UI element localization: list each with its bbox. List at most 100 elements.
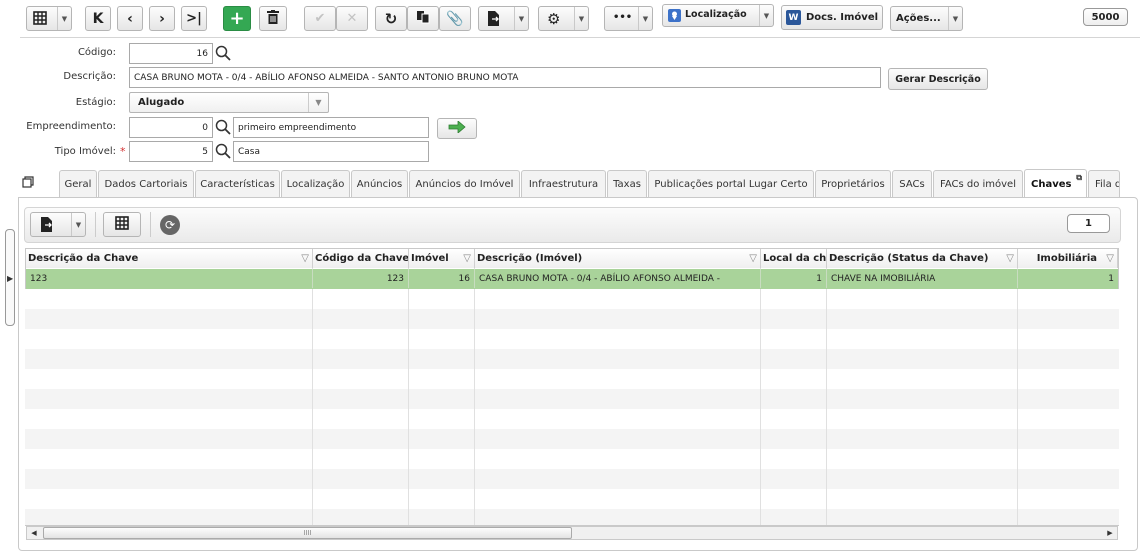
search-icon[interactable] (215, 143, 231, 162)
more-label: ••• (613, 12, 633, 23)
chevron-down-icon: ▼ (514, 7, 528, 30)
tipo-name-input[interactable]: Casa (233, 141, 429, 162)
acoes-label: Ações... (896, 13, 941, 24)
map-pin-icon (668, 9, 681, 25)
trash-icon (267, 10, 279, 27)
tab-localizacao[interactable]: Localização (281, 170, 350, 197)
export-dropdown[interactable]: ▼ (478, 6, 529, 31)
search-icon[interactable] (215, 119, 231, 138)
copy-button[interactable] (407, 6, 439, 31)
tab-chaves[interactable]: Chaves ⧉ (1024, 169, 1087, 198)
empreendimento-code-input[interactable]: 0 (129, 117, 213, 138)
tab-chaves-label: Chaves (1031, 178, 1072, 190)
delete-button[interactable] (259, 6, 287, 31)
filter-icon[interactable]: ▽ (1106, 253, 1114, 264)
toolbar-divider (20, 37, 1140, 38)
tab-infraestrutura[interactable]: Infraestrutura (521, 170, 606, 197)
estagio-value: Alugado (138, 97, 185, 108)
gerar-descricao-button[interactable]: Gerar Descrição (888, 68, 988, 90)
empreendimento-name-input[interactable]: primeiro empreendimento (233, 117, 429, 138)
tab-anuncios[interactable]: Anúncios (351, 170, 408, 197)
empreendimento-label: Empreendimento: (26, 121, 116, 132)
tab-facs-imovel[interactable]: FACs do imóvel (933, 170, 1023, 197)
docs-imovel-button[interactable]: W Docs. Imóvel (781, 5, 883, 30)
tab-fila[interactable]: Fila d (1088, 170, 1120, 197)
cell-status-chave: CHAVE NA IMOBILIÁRIA (827, 269, 1018, 288)
grid-view-dropdown[interactable]: ▼ (26, 6, 72, 31)
grid-layout-button[interactable] (103, 212, 141, 237)
go-empreendimento-button[interactable] (437, 118, 477, 139)
tab-anuncios-imovel[interactable]: Anúncios do Imóvel (409, 170, 520, 197)
column-header-descricao-imovel[interactable]: Descrição (Imóvel) ▽ (475, 249, 761, 268)
refresh-button[interactable]: ↻ (375, 6, 407, 31)
plus-icon: + (229, 8, 245, 29)
filter-icon[interactable]: ▽ (463, 253, 471, 264)
column-header-imovel[interactable]: Imóvel ▽ (409, 249, 475, 268)
column-header-descricao-chave[interactable]: Descrição da Chave ▽ (26, 249, 313, 268)
filter-icon[interactable]: ▽ (301, 253, 309, 264)
chevron-down-icon: ▼ (948, 7, 962, 30)
column-header-codigo-chave[interactable]: Código da Chave (313, 249, 409, 268)
tab-sacs[interactable]: SACs (892, 170, 932, 197)
restore-window-icon[interactable] (22, 176, 34, 191)
chevron-left-icon: ‹ (127, 10, 133, 27)
cell-descricao-chave: 123 (26, 269, 313, 288)
chevron-down-icon: ▼ (71, 213, 85, 236)
next-record-button[interactable]: › (149, 6, 175, 31)
record-counter: 5000 (1083, 8, 1128, 26)
column-header-local-chave[interactable]: Local da ch (761, 249, 827, 268)
word-icon: W (785, 10, 801, 25)
estagio-label: Estágio: (75, 97, 116, 108)
confirm-button[interactable]: ✔ (304, 6, 336, 31)
tab-proprietarios[interactable]: Proprietários (815, 170, 891, 197)
scroll-right-icon[interactable]: ▶ (1103, 527, 1117, 539)
last-icon: >| (186, 11, 202, 26)
arrow-right-icon (448, 120, 466, 136)
scroll-thumb[interactable]: IIII (43, 527, 572, 539)
column-header-imobiliaria[interactable]: Imobiliária ▽ (1018, 249, 1118, 268)
previous-record-button[interactable]: ‹ (117, 6, 143, 31)
chevron-down-icon: ▼ (638, 7, 652, 30)
first-record-button[interactable]: K (85, 6, 111, 31)
attach-button[interactable]: 📎 (439, 6, 471, 31)
tab-dados-cartoriais[interactable]: Dados Cartoriais (98, 170, 194, 197)
last-record-button[interactable]: >| (181, 6, 207, 31)
horizontal-scrollbar[interactable]: ◀ IIII ▶ (26, 526, 1118, 540)
tipo-code-input[interactable]: 5 (129, 141, 213, 162)
popout-icon[interactable]: ⧉ (1076, 173, 1082, 183)
add-button[interactable]: + (223, 6, 251, 31)
search-icon[interactable] (215, 45, 231, 64)
estagio-select[interactable]: Alugado ▼ (129, 92, 329, 113)
close-icon: ✕ (346, 11, 358, 26)
descricao-label: Descrição: (63, 71, 116, 82)
column-header-status-chave[interactable]: Descrição (Status da Chave) ▽ (827, 249, 1018, 268)
codigo-input[interactable]: 16 (129, 43, 213, 64)
grid-toolbar (24, 207, 1121, 243)
column-header-label: Descrição da Chave (28, 253, 139, 264)
localizacao-dropdown[interactable]: Localização ▼ (662, 4, 774, 27)
refresh-icon: ↻ (384, 9, 398, 28)
column-header-label: Código da Chave (315, 253, 409, 264)
docs-imovel-label: Docs. Imóvel (805, 12, 879, 23)
column-header-label: Imobiliária (1036, 253, 1097, 264)
filter-icon[interactable]: ▽ (749, 253, 757, 264)
tab-publicacoes[interactable]: Publicações portal Lugar Certo (648, 170, 814, 197)
chevron-down-icon: ▼ (574, 7, 588, 30)
filter-icon[interactable]: ▽ (1006, 253, 1014, 264)
tab-caracteristicas[interactable]: Características (195, 170, 280, 197)
cell-descricao-imovel: CASA BRUNO MOTA - 0/4 - ABÍLIO AFONSO AL… (475, 269, 761, 288)
cell-codigo-chave: 123 (313, 269, 409, 288)
scroll-left-icon[interactable]: ◀ (27, 527, 41, 539)
settings-dropdown[interactable]: ⚙ ▼ (538, 6, 589, 31)
sync-icon[interactable]: ⟳ (160, 215, 180, 235)
tab-geral[interactable]: Geral (59, 170, 97, 197)
tab-taxas[interactable]: Taxas (607, 170, 647, 197)
cancel-button[interactable]: ✕ (336, 6, 368, 31)
more-dropdown[interactable]: ••• ▼ (604, 6, 653, 31)
acoes-dropdown[interactable]: Ações... ▼ (890, 6, 963, 31)
descricao-input[interactable]: CASA BRUNO MOTA - 0/4 - ABÍLIO AFONSO AL… (129, 67, 881, 88)
localizacao-label: Localização (685, 9, 747, 20)
column-header-label: Descrição (Status da Chave) (829, 253, 989, 264)
grid-export-dropdown[interactable]: ▼ (30, 212, 86, 237)
copy-icon (416, 10, 430, 27)
